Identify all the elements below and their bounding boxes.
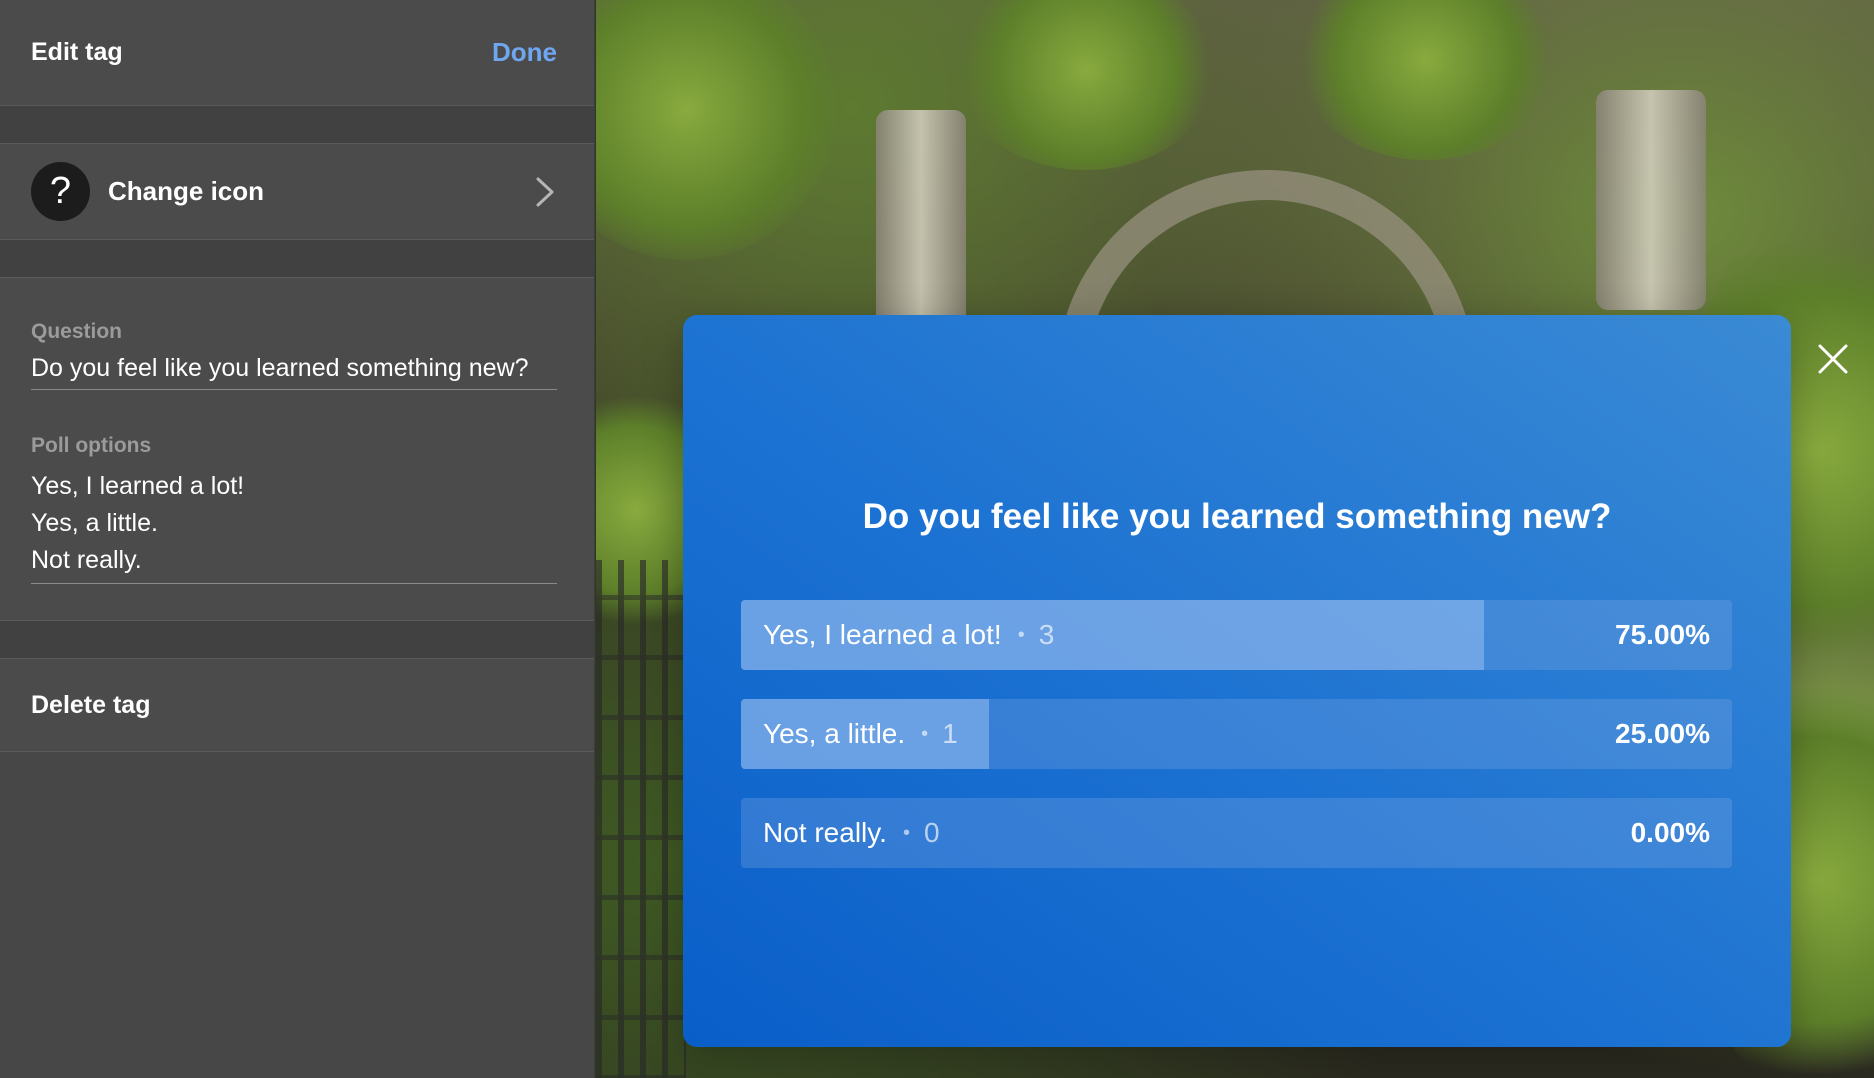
panel-title: Edit tag	[31, 38, 123, 66]
poll-option-line: Yes, I learned a lot!	[31, 472, 245, 500]
poll-option[interactable]: Not really. • 0 0.00%	[741, 798, 1732, 868]
iron-gate	[596, 560, 686, 1078]
poll-options-input[interactable]: Yes, I learned a lot! Yes, a little. Not…	[31, 468, 557, 584]
poll-option-count: 0	[923, 817, 940, 848]
poll-option-content: Yes, I learned a lot! • 3 75.00%	[741, 600, 1732, 670]
poll-option-content: Yes, a little. • 1 25.00%	[741, 699, 1732, 769]
change-icon-label: Change icon	[108, 176, 265, 206]
poll-option-percent: 25.00%	[1615, 718, 1710, 749]
edit-tag-panel: Edit tag Done ? Change icon Question Do …	[0, 0, 595, 1078]
question-mark-icon: ?	[31, 162, 90, 221]
foliage	[596, 0, 836, 260]
bullet-separator: •	[921, 722, 929, 745]
poll-option-count: 1	[942, 718, 958, 749]
poll-option-label: Yes, I learned a lot!	[763, 619, 1002, 650]
stone-column	[1596, 90, 1706, 310]
bullet-separator: •	[902, 821, 910, 844]
poll-card: Do you feel like you learned something n…	[683, 315, 1791, 1047]
stone-column	[876, 110, 966, 330]
poll-option-label: Yes, a little.	[763, 718, 906, 749]
poll-option-count: 3	[1038, 619, 1055, 650]
poll-option-percent: 75.00%	[1615, 619, 1710, 650]
section-gap	[0, 240, 594, 278]
delete-tag-button[interactable]: Delete tag	[0, 659, 594, 752]
poll-options-label: Poll options	[31, 434, 152, 457]
bullet-separator: •	[1017, 623, 1025, 646]
poll-option-label: Not really.	[763, 817, 887, 848]
chevron-right-icon	[536, 177, 554, 206]
poll-option[interactable]: Yes, a little. • 1 25.00%	[741, 699, 1732, 769]
poll-option-line: Yes, a little.	[31, 509, 158, 537]
section-gap	[0, 106, 594, 144]
question-label: Question	[31, 320, 123, 343]
foliage	[956, 0, 1216, 170]
poll-option-content: Not really. • 0 0.00%	[741, 798, 1732, 868]
section-gap	[0, 621, 594, 659]
foliage	[1296, 0, 1556, 160]
close-icon[interactable]	[1816, 342, 1850, 376]
panel-header: Edit tag Done	[0, 0, 594, 106]
poll-options: Yes, I learned a lot! • 3 75.00% Yes, a …	[741, 600, 1732, 897]
poll-option-percent: 0.00%	[1630, 817, 1710, 848]
question-input[interactable]: Do you feel like you learned something n…	[31, 354, 557, 390]
icon-glyph: ?	[49, 170, 72, 212]
poll-option[interactable]: Yes, I learned a lot! • 3 75.00%	[741, 600, 1732, 670]
change-icon-row[interactable]: ? Change icon	[0, 144, 594, 240]
tag-form: Question Do you feel like you learned so…	[0, 278, 594, 621]
poll-option-line: Not really.	[31, 546, 142, 574]
poll-question: Do you feel like you learned something n…	[862, 497, 1612, 536]
done-button[interactable]: Done	[492, 37, 557, 68]
